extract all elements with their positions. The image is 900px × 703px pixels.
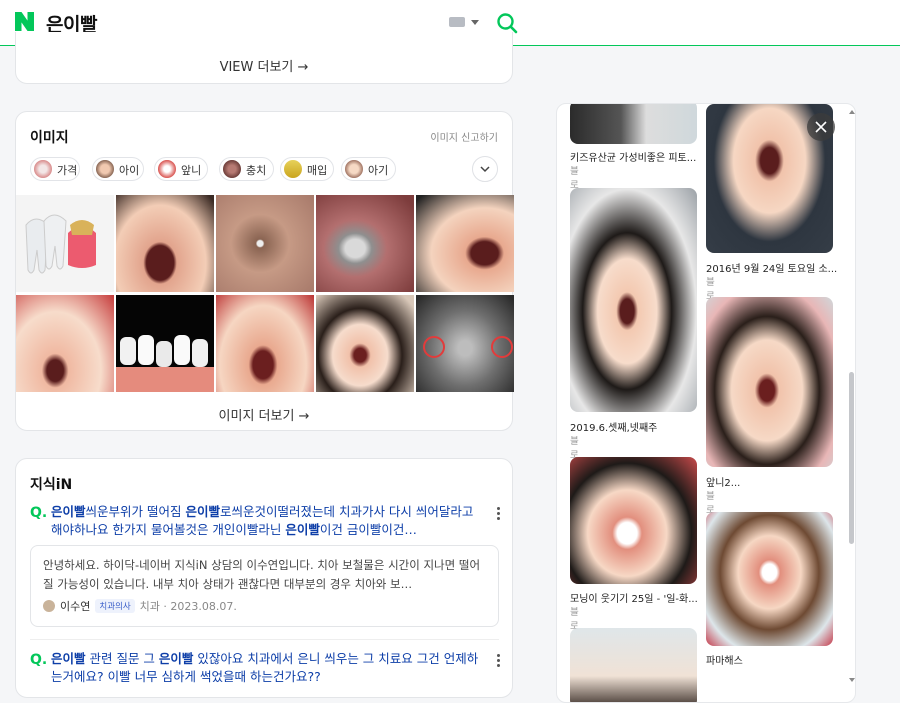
answer-author: 이수연 치과의사 치과 · 2023.08.07. bbox=[43, 598, 237, 614]
author-name[interactable]: 이수연 bbox=[60, 600, 90, 613]
question-title-link[interactable]: 은이빨 관련 질문 그 은이빨 있잖아요 치과에서 은니 씌우는 그 치료요 그… bbox=[51, 650, 481, 686]
chip-label: 충치 bbox=[246, 164, 267, 177]
image-result[interactable] bbox=[316, 195, 414, 292]
chip-thumbnail bbox=[284, 160, 302, 178]
tooth-crown-image bbox=[25, 214, 96, 274]
image-result[interactable] bbox=[416, 195, 514, 292]
image-result[interactable] bbox=[116, 295, 214, 392]
answer-text: 안녕하세요. 하이닥-네이버 지식iN 상담의 이수연입니다. 치아 보철물은 … bbox=[43, 558, 481, 591]
naver-logo-icon[interactable] bbox=[15, 12, 34, 31]
chip-thumbnail bbox=[34, 160, 52, 178]
divider bbox=[30, 639, 499, 640]
image-result[interactable] bbox=[416, 295, 514, 392]
viewer-image[interactable] bbox=[570, 188, 697, 412]
image-result[interactable] bbox=[16, 195, 114, 292]
chips-expand-button[interactable] bbox=[472, 156, 498, 182]
answer-preview[interactable]: 안녕하세요. 하이닥-네이버 지식iN 상담의 이수연입니다. 치아 보철물은 … bbox=[30, 545, 499, 627]
chip-thumbnail bbox=[158, 160, 176, 178]
viewer-image[interactable] bbox=[570, 628, 697, 702]
chevron-down-icon bbox=[480, 166, 490, 173]
scroll-thumb[interactable] bbox=[849, 372, 854, 544]
chip-front-teeth[interactable]: 앞니 bbox=[154, 157, 208, 181]
viewer-caption[interactable]: 앞니2... bbox=[706, 474, 740, 489]
avatar bbox=[43, 600, 55, 612]
viewer-image[interactable] bbox=[570, 457, 697, 584]
chip-label: 매입 bbox=[307, 164, 328, 177]
more-options-icon[interactable] bbox=[497, 654, 501, 669]
close-viewer-button[interactable] bbox=[807, 113, 835, 141]
search-icon[interactable] bbox=[496, 12, 518, 34]
chip-thumbnail bbox=[345, 160, 363, 178]
chip-label: 가격 bbox=[57, 164, 78, 177]
question-title-link[interactable]: 은이빨씌운부위가 떨어짐 은이빨로씌운것이떨러졌는데 치과가사 다시 씌어달라고… bbox=[51, 503, 481, 539]
viewer-caption[interactable]: 모닝이 웃기기 25일 - '일-화... bbox=[570, 590, 698, 605]
expert-badge: 치과의사 bbox=[95, 599, 135, 613]
teeth-row-image bbox=[116, 335, 214, 392]
viewer-caption[interactable]: 2019.6.셋째,넷째주 bbox=[570, 419, 657, 434]
scroll-down-arrow-icon[interactable] bbox=[849, 678, 855, 682]
image-result[interactable] bbox=[16, 295, 114, 392]
viewer-caption[interactable]: 파마해스 bbox=[706, 652, 743, 667]
viewer-scrollbar[interactable] bbox=[848, 104, 855, 702]
question-q-icon: Q. bbox=[30, 505, 48, 521]
image-result[interactable] bbox=[216, 295, 314, 392]
chip-price[interactable]: 가격 bbox=[30, 157, 80, 181]
close-icon bbox=[815, 121, 827, 133]
author-meta: 치과 · 2023.08.07. bbox=[139, 600, 237, 613]
viewer-caption[interactable]: 2016년 9월 24일 토요일 소... bbox=[706, 260, 837, 275]
kin-section-title: 지식iN bbox=[30, 477, 73, 493]
chip-label: 아기 bbox=[368, 164, 389, 177]
more-options-icon[interactable] bbox=[497, 507, 501, 522]
question-q-icon: Q. bbox=[30, 652, 48, 668]
caret-down-icon[interactable] bbox=[471, 20, 479, 25]
chip-cavity[interactable]: 충치 bbox=[219, 157, 274, 181]
keyboard-icon[interactable] bbox=[449, 17, 465, 27]
image-more-link[interactable]: 이미지 더보기 → bbox=[16, 405, 512, 424]
image-result[interactable] bbox=[216, 195, 314, 292]
image-viewer-panel: 키즈유산균 가성비좋은 피토... 블로그 2019.6.셋째,넷째주 블로그 … bbox=[556, 103, 856, 703]
chip-thumbnail bbox=[223, 160, 241, 178]
view-section-footer: VIEW 더보기 → bbox=[15, 32, 513, 84]
chip-child[interactable]: 아이 bbox=[92, 157, 144, 181]
viewer-image[interactable] bbox=[706, 297, 833, 467]
xray-image bbox=[423, 336, 513, 358]
image-result[interactable] bbox=[116, 195, 214, 292]
image-result[interactable] bbox=[316, 295, 414, 392]
image-section-title: 이미지 bbox=[30, 130, 69, 146]
chip-purchase[interactable]: 매입 bbox=[280, 157, 334, 181]
viewer-image[interactable] bbox=[570, 104, 697, 144]
view-more-link[interactable]: VIEW 더보기 → bbox=[16, 56, 512, 75]
chip-label: 아이 bbox=[119, 164, 140, 177]
image-section: 이미지 이미지 신고하기 가격 아이 앞니 충치 매입 아기 이미지 더보기 → bbox=[15, 111, 514, 431]
viewer-caption[interactable]: 키즈유산균 가성비좋은 피토... bbox=[570, 149, 696, 164]
image-report-link[interactable]: 이미지 신고하기 bbox=[430, 129, 498, 144]
chip-thumbnail bbox=[96, 160, 114, 178]
viewer-image[interactable] bbox=[706, 512, 833, 646]
chip-baby[interactable]: 아기 bbox=[341, 157, 396, 181]
kin-section: 지식iN Q. 은이빨씌운부위가 떨어짐 은이빨로씌운것이떨러졌는데 치과가사 … bbox=[15, 458, 513, 698]
chip-label: 앞니 bbox=[181, 164, 202, 177]
scroll-up-arrow-icon[interactable] bbox=[849, 110, 855, 114]
